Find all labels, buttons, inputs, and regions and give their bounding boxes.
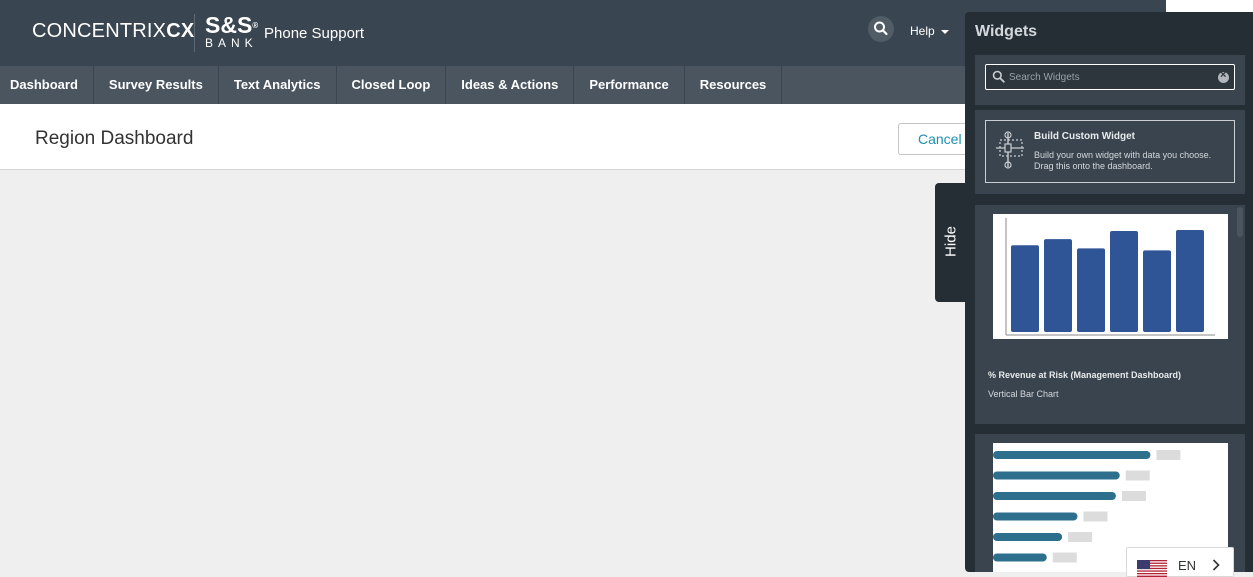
widget-search-card	[975, 55, 1245, 105]
thumbnail-bar	[1077, 248, 1105, 332]
caret-down-icon	[940, 29, 949, 34]
hide-panel-tab[interactable]: Hide	[935, 183, 966, 302]
thumbnail-value-label	[1068, 532, 1093, 542]
thumbnail-value-label	[1156, 450, 1181, 460]
registered-mark: ®	[252, 21, 259, 30]
thumbnail-value-label	[1052, 552, 1077, 563]
nav-item-survey-results[interactable]: Survey Results	[94, 66, 219, 104]
nav-item-text-analytics[interactable]: Text Analytics	[219, 66, 337, 104]
search-icon	[874, 21, 888, 36]
bank-logo: S&S® BANK	[205, 12, 259, 50]
nav-item-ideas-actions[interactable]: Ideas & Actions	[446, 66, 575, 104]
widget-card-revenue-at-risk[interactable]: % Revenue at Risk (Management Dashboard)…	[975, 205, 1245, 424]
bank-logo-top: S&S	[205, 12, 253, 38]
logo-suffix-text: CX	[166, 20, 195, 42]
thumbnail-bar	[1011, 245, 1039, 332]
page-title: Region Dashboard	[35, 128, 194, 149]
help-label: Help	[910, 24, 935, 38]
nav-item-closed-loop[interactable]: Closed Loop	[337, 66, 447, 104]
build-widget-icon	[996, 131, 1024, 169]
help-menu[interactable]: Help	[910, 24, 949, 38]
vertical-bar-chart-thumbnail	[1005, 218, 1215, 336]
language-code: EN	[1178, 558, 1197, 573]
panel-scrollbar[interactable]	[1237, 207, 1243, 237]
widgets-panel-title: Widgets	[975, 23, 1038, 40]
custom-widget-card[interactable]: Build Custom Widget Build your own widge…	[975, 110, 1245, 194]
chevron-right-icon	[1212, 559, 1220, 571]
bank-logo-bottom: BANK	[205, 36, 258, 50]
thumbnail-bar	[993, 512, 1078, 521]
widget-type: Vertical Bar Chart	[988, 389, 1059, 399]
thumbnail-bar	[1176, 230, 1204, 332]
thumbnail-bar	[1110, 231, 1138, 332]
language-selector[interactable]: EN	[1126, 547, 1234, 577]
us-flag-icon	[1137, 560, 1167, 577]
widget-search-input[interactable]	[1009, 69, 1209, 85]
top-right-strip	[1166, 0, 1253, 12]
nav-item-performance[interactable]: Performance	[574, 66, 685, 104]
thumbnail-bar	[993, 533, 1063, 541]
widgets-panel: Widgets Build Custom Widget Build your o…	[965, 12, 1253, 572]
thumbnail-bar	[993, 492, 1116, 500]
thumbnail-bar	[1044, 239, 1072, 332]
thumbnail-bar	[993, 451, 1151, 459]
header-search-button[interactable]	[868, 16, 894, 42]
widget-name: % Revenue at Risk (Management Dashboard)	[988, 370, 1182, 380]
hide-tab-label: Hide	[942, 226, 960, 257]
thumbnail-value-label	[1121, 491, 1146, 501]
concentrix-logo[interactable]: CONCENTRIXCX	[32, 20, 194, 43]
nav-item-dashboard[interactable]: Dashboard	[0, 66, 94, 104]
search-icon	[992, 70, 1005, 83]
widget-search-box	[985, 64, 1235, 90]
thumbnail-bar	[1143, 250, 1171, 332]
custom-widget-dropzone[interactable]: Build Custom Widget Build your own widge…	[985, 120, 1235, 183]
thumbnail-bar	[993, 553, 1047, 562]
custom-widget-description: Build your own widget with data you choo…	[1034, 150, 1212, 171]
nav-item-resources[interactable]: Resources	[685, 66, 783, 104]
thumbnail-value-label	[1125, 470, 1150, 481]
logo-main-text: CONCENTRIX	[32, 20, 167, 42]
thumbnail-bar	[993, 471, 1120, 480]
widget-preview	[993, 214, 1228, 339]
clear-search-icon[interactable]	[1218, 69, 1229, 83]
app-name: Phone Support	[264, 25, 365, 42]
logo-divider	[194, 14, 195, 52]
custom-widget-title: Build Custom Widget	[1034, 131, 1136, 142]
thumbnail-value-label	[1083, 511, 1108, 522]
